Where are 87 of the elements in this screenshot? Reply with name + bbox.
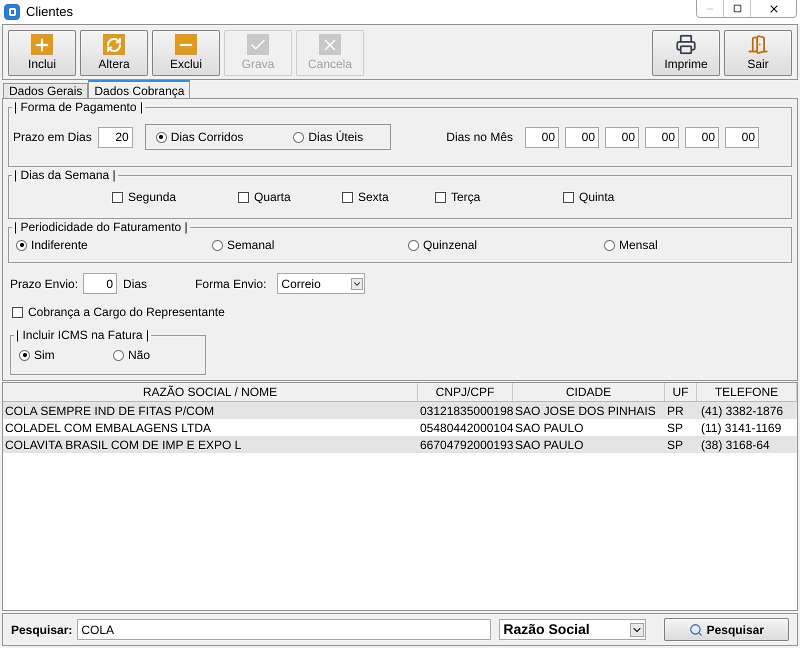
field-label: Dias no Mês bbox=[446, 129, 513, 146]
dropdown[interactable]: Correio bbox=[277, 273, 366, 294]
tab[interactable]: Dados Gerais bbox=[3, 83, 88, 98]
radio-label: Sim bbox=[34, 347, 55, 364]
minus-icon bbox=[175, 34, 197, 55]
table-cell-text: 03121835000198 bbox=[419, 402, 513, 420]
check-icon bbox=[247, 34, 269, 55]
checkbox[interactable] bbox=[12, 306, 23, 318]
refresh-icon bbox=[103, 34, 125, 55]
group-title: | Forma de Pagamento | bbox=[12, 100, 145, 114]
checkbox[interactable] bbox=[238, 192, 249, 202]
radio-button[interactable] bbox=[19, 350, 30, 360]
column-header[interactable]: CNPJ/CPF bbox=[418, 383, 513, 401]
checkbox-label: Cobrança a Cargo do Representante bbox=[28, 304, 225, 321]
checkbox[interactable] bbox=[563, 192, 574, 202]
input-field[interactable]: 20 bbox=[98, 126, 133, 148]
field-label: Forma Envio: bbox=[195, 276, 266, 292]
checkbox-label: Terça bbox=[451, 189, 480, 206]
app-logo-icon bbox=[4, 4, 20, 20]
plus-icon bbox=[31, 34, 53, 55]
tab[interactable]: Dados Cobrança bbox=[88, 80, 190, 98]
table-cell-text: (41) 3382-1876 bbox=[700, 402, 784, 420]
radio-button[interactable] bbox=[604, 240, 615, 250]
checkbox-label: Segunda bbox=[128, 189, 176, 206]
input-field[interactable]: 00 bbox=[565, 126, 599, 148]
radio-label: Não bbox=[128, 347, 150, 364]
radio-label: Dias Úteis bbox=[308, 129, 364, 146]
table-cell-text: 66704792000193 bbox=[419, 436, 513, 454]
field-label: Prazo Envio: bbox=[10, 276, 78, 292]
column-header[interactable]: RAZÃO SOCIAL / NOME bbox=[3, 383, 418, 401]
radio-button[interactable] bbox=[113, 350, 124, 360]
maximize-icon bbox=[732, 4, 742, 13]
table-cell-text: COLADEL COM EMBALAGENS LTDA bbox=[4, 420, 212, 436]
radio-button[interactable] bbox=[16, 240, 27, 250]
column-header[interactable]: CIDADE bbox=[513, 383, 665, 401]
table-cell-text: (11) 3141-1169 bbox=[700, 420, 782, 436]
input-field[interactable]: 00 bbox=[645, 126, 679, 148]
radio-label: Quinzenal bbox=[423, 237, 478, 254]
radio-button[interactable] bbox=[156, 132, 167, 142]
column-header[interactable]: UF bbox=[665, 383, 697, 401]
table-cell-text: (38) 3168-64 bbox=[700, 436, 771, 454]
table-cell-text: COLAVITA BRASIL COM DE IMP E EXPO L bbox=[4, 436, 242, 454]
checkbox[interactable] bbox=[342, 192, 353, 202]
close-icon bbox=[768, 2, 780, 14]
group-title: | Incluir ICMS na Fatura | bbox=[14, 328, 151, 342]
radio-label: Mensal bbox=[619, 237, 658, 254]
checkbox-label: Quarta bbox=[254, 189, 291, 206]
radio-label: Dias Corridos bbox=[170, 129, 244, 146]
radio-button[interactable] bbox=[212, 240, 223, 250]
table-cell-text: 05480442000104 bbox=[419, 420, 513, 436]
checkbox[interactable] bbox=[435, 192, 446, 202]
radio-label: Indiferente bbox=[31, 237, 88, 254]
table-cell-text: SP bbox=[666, 436, 684, 454]
toolbar-button[interactable]: Inclui bbox=[8, 30, 76, 76]
field-label: Prazo em Dias bbox=[13, 129, 92, 146]
table-cell-text: SAO PAULO bbox=[514, 420, 584, 436]
search-field[interactable]: COLA bbox=[77, 619, 492, 640]
toolbar-button[interactable]: Imprime bbox=[652, 30, 720, 76]
column-header[interactable]: TELEFONE bbox=[697, 383, 797, 401]
input-field[interactable]: 00 bbox=[725, 126, 759, 148]
input-field[interactable]: 00 bbox=[525, 126, 559, 148]
toolbar-button[interactable]: Altera bbox=[80, 30, 148, 76]
table-cell-text: SP bbox=[666, 420, 684, 436]
toolbar-button[interactable]: Exclui bbox=[152, 30, 220, 76]
table-cell-text: SAO PAULO bbox=[514, 436, 584, 454]
search-field-dropdown[interactable]: Razão Social bbox=[499, 619, 646, 640]
search-icon bbox=[688, 622, 703, 636]
checkbox-label: Sexta bbox=[358, 189, 389, 206]
toolbar-button[interactable]: Sair bbox=[724, 30, 792, 76]
group-title: | Periodicidade do Faturamento | bbox=[12, 220, 190, 234]
table-cell-text: SAO JOSE DOS PINHAIS bbox=[514, 402, 657, 420]
input-field[interactable]: 00 bbox=[685, 126, 719, 148]
window-title: Clientes bbox=[26, 3, 73, 22]
input-field[interactable]: 00 bbox=[605, 126, 639, 148]
search-label: Pesquisar: bbox=[11, 622, 72, 638]
x-icon bbox=[319, 34, 341, 55]
search-button[interactable]: Pesquisar bbox=[664, 618, 789, 641]
radio-button[interactable] bbox=[408, 240, 419, 250]
input-field[interactable]: 0 bbox=[83, 273, 118, 294]
unit-label: Dias bbox=[123, 276, 148, 292]
radio-button[interactable] bbox=[293, 132, 304, 142]
checkbox[interactable] bbox=[112, 192, 123, 202]
table-cell-text: COLA SEMPRE IND DE FITAS P/COM bbox=[4, 402, 216, 420]
table-cell-text: PR bbox=[666, 402, 685, 420]
radio-label: Semanal bbox=[227, 237, 274, 254]
checkbox-label: Quinta bbox=[579, 189, 614, 206]
group-title: | Dias da Semana | bbox=[12, 168, 118, 182]
